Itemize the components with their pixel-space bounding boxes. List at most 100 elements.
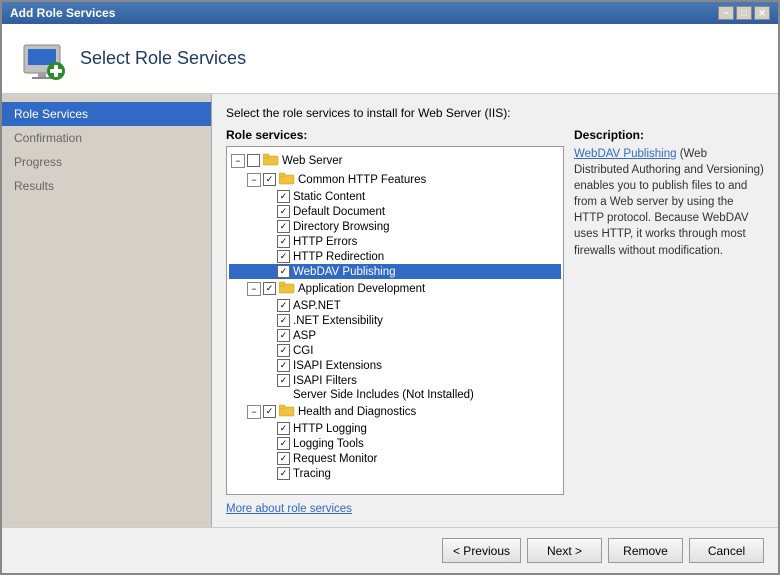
tree-item-label: Default Document (293, 206, 385, 218)
tree-item-label: HTTP Errors (293, 236, 357, 248)
main-content: Role Services Confirmation Progress Resu… (2, 94, 778, 527)
tree-checkbox[interactable] (277, 299, 290, 312)
tree-item[interactable]: − Application Development (229, 279, 561, 298)
tree-item[interactable]: Default Document (229, 204, 561, 219)
tree-checkbox[interactable] (247, 154, 260, 167)
tree-item-label: ASP (293, 330, 316, 342)
tree-item-label: Directory Browsing (293, 221, 390, 233)
description-panel: Description: WebDAV Publishing (Web Dist… (574, 128, 764, 515)
tree-checkbox[interactable] (277, 437, 290, 450)
window-title: Add Role Services (10, 6, 115, 20)
sidebar: Role Services Confirmation Progress Resu… (2, 94, 212, 527)
more-about-link[interactable]: More about role services (226, 503, 352, 515)
tree-checkbox[interactable] (277, 374, 290, 387)
tree-item-label: Tracing (293, 468, 331, 480)
sidebar-item-results[interactable]: Results (2, 174, 211, 198)
expand-button[interactable]: − (247, 405, 261, 419)
tree-item[interactable]: Directory Browsing (229, 219, 561, 234)
tree-item[interactable]: CGI (229, 343, 561, 358)
tree-item-label: Web Server (282, 155, 343, 167)
tree-checkbox[interactable] (277, 190, 290, 203)
tree-item[interactable]: Request Monitor (229, 451, 561, 466)
close-button[interactable]: ✕ (754, 6, 770, 20)
role-services-label: Role services: (226, 128, 564, 142)
sidebar-item-role-services[interactable]: Role Services (2, 102, 211, 126)
tree-item-label: Health and Diagnostics (298, 406, 416, 418)
tree-item[interactable]: − Web Server (229, 151, 561, 170)
tree-item-label: CGI (293, 345, 313, 357)
folder-icon (279, 403, 295, 420)
description-text: (Web Distributed Authoring and Versionin… (574, 148, 764, 257)
title-bar: Add Role Services − □ ✕ (2, 2, 778, 24)
tree-item[interactable]: HTTP Logging (229, 421, 561, 436)
tree-item[interactable]: Static Content (229, 189, 561, 204)
tree-checkbox[interactable] (277, 235, 290, 248)
expand-button[interactable]: − (247, 282, 261, 296)
tree-item[interactable]: − Health and Diagnostics (229, 402, 561, 421)
tree-item[interactable]: Tracing (229, 466, 561, 481)
previous-button[interactable]: < Previous (442, 538, 521, 563)
tree-item-label: ISAPI Filters (293, 375, 357, 387)
footer: < Previous Next > Remove Cancel (2, 527, 778, 573)
tree-checkbox[interactable] (277, 314, 290, 327)
tree-item-label: HTTP Logging (293, 423, 367, 435)
cancel-button[interactable]: Cancel (689, 538, 764, 563)
tree-item-label: Common HTTP Features (298, 174, 426, 186)
tree-item-label: Server Side Includes (Not Installed) (293, 389, 474, 401)
tree-checkbox[interactable] (263, 173, 276, 186)
title-bar-buttons: − □ ✕ (718, 6, 770, 20)
expand-button[interactable]: − (231, 154, 245, 168)
tree-item[interactable]: ISAPI Filters (229, 373, 561, 388)
description-link[interactable]: WebDAV Publishing (574, 148, 677, 160)
content-area: Select the role services to install for … (212, 94, 778, 527)
minimize-button[interactable]: − (718, 6, 734, 20)
tree-item-label: ISAPI Extensions (293, 360, 382, 372)
tree-checkbox[interactable] (277, 265, 290, 278)
sidebar-item-progress[interactable]: Progress (2, 150, 211, 174)
tree-item-label: Logging Tools (293, 438, 364, 450)
description-content: WebDAV Publishing (Web Distributed Autho… (574, 146, 764, 259)
tree-item[interactable]: Logging Tools (229, 436, 561, 451)
remove-button[interactable]: Remove (608, 538, 683, 563)
tree-item[interactable]: HTTP Redirection (229, 249, 561, 264)
folder-icon (279, 280, 295, 297)
tree-item[interactable]: HTTP Errors (229, 234, 561, 249)
tree-item-label: ASP.NET (293, 300, 341, 312)
tree-item[interactable]: ISAPI Extensions (229, 358, 561, 373)
content-description: Select the role services to install for … (226, 106, 764, 120)
tree-checkbox[interactable] (277, 422, 290, 435)
tree-item-label: Static Content (293, 191, 365, 203)
tree-checkbox[interactable] (263, 282, 276, 295)
tree-item-label: .NET Extensibility (293, 315, 383, 327)
tree-checkbox[interactable] (277, 329, 290, 342)
tree-item[interactable]: Server Side Includes (Not Installed) (229, 388, 561, 402)
description-label: Description: (574, 128, 764, 142)
wizard-icon (18, 35, 66, 83)
panel-row: Role services: − Web Server − Common HTTP F… (226, 128, 764, 515)
tree-item[interactable]: ASP.NET (229, 298, 561, 313)
tree-item[interactable]: WebDAV Publishing (229, 264, 561, 279)
expand-button[interactable]: − (247, 173, 261, 187)
tree-item[interactable]: − Common HTTP Features (229, 170, 561, 189)
tree-item-label: Application Development (298, 283, 425, 295)
tree-checkbox[interactable] (277, 250, 290, 263)
next-button[interactable]: Next > (527, 538, 602, 563)
tree-item-label: HTTP Redirection (293, 251, 384, 263)
tree-checkbox[interactable] (277, 467, 290, 480)
folder-icon (279, 171, 295, 188)
wizard-header: Select Role Services (2, 24, 778, 94)
tree-item-label: WebDAV Publishing (293, 266, 396, 278)
tree-item[interactable]: .NET Extensibility (229, 313, 561, 328)
tree-item[interactable]: ASP (229, 328, 561, 343)
wizard-title: Select Role Services (80, 48, 246, 69)
tree-item-label: Request Monitor (293, 453, 377, 465)
role-services-tree[interactable]: − Web Server − Common HTTP Features Static C… (226, 146, 564, 495)
maximize-button[interactable]: □ (736, 6, 752, 20)
tree-checkbox[interactable] (277, 205, 290, 218)
tree-checkbox[interactable] (263, 405, 276, 418)
tree-checkbox[interactable] (277, 359, 290, 372)
tree-checkbox[interactable] (277, 452, 290, 465)
tree-checkbox[interactable] (277, 344, 290, 357)
sidebar-item-confirmation[interactable]: Confirmation (2, 126, 211, 150)
tree-checkbox[interactable] (277, 220, 290, 233)
